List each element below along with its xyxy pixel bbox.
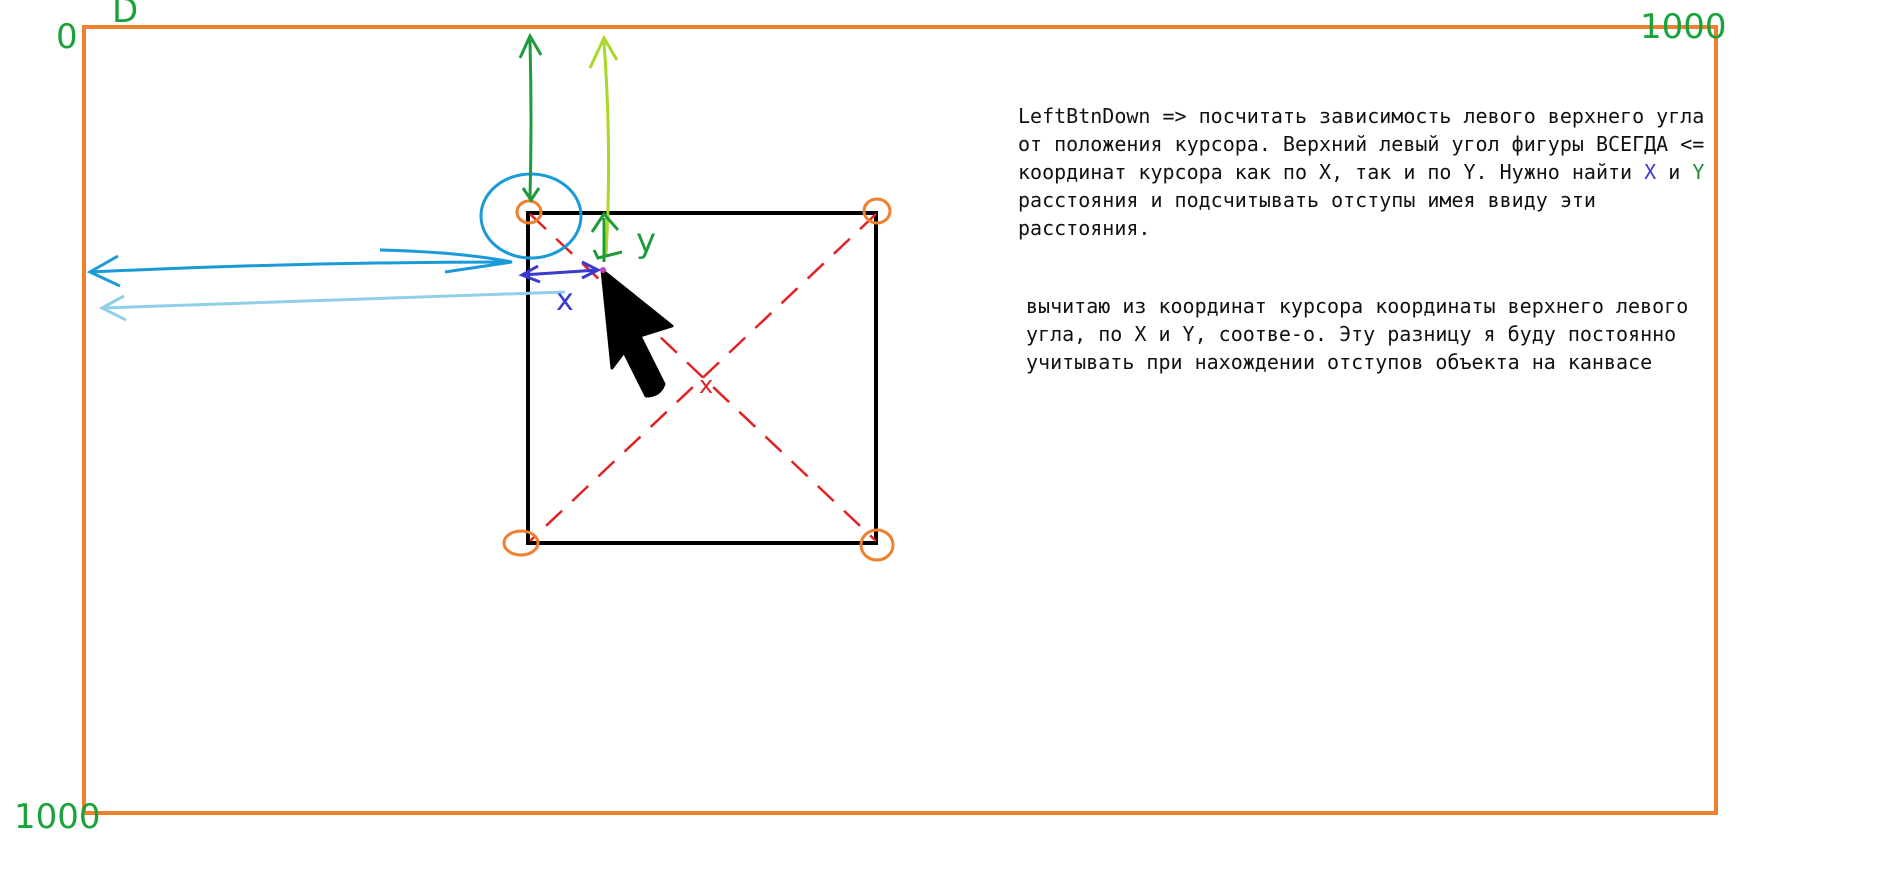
label-origin-top-small: D xyxy=(112,0,138,31)
note-1-conj: и xyxy=(1656,160,1693,184)
note-explanation: вычитаю из координат курсора координаты … xyxy=(1026,294,1701,374)
note-algorithm: LeftBtnDown => посчитать зависимость лев… xyxy=(1018,102,1738,242)
arrow-top-distance xyxy=(528,39,533,199)
note-1-x-letter: X xyxy=(1644,160,1657,184)
label-origin-top-left: 0 xyxy=(56,17,78,57)
label-max-bottom-left: 1000 xyxy=(14,797,101,837)
arrow-cursor-left xyxy=(101,290,566,310)
cursor-icon xyxy=(600,268,674,398)
diagram-canvas: 0 D 1000 1000 x x y LeftBtnDown => посчи… xyxy=(0,0,1899,873)
offset-y-bracket xyxy=(592,249,623,260)
offset-x-label: x xyxy=(556,283,574,318)
label-max-top-right: 1000 xyxy=(1640,7,1727,47)
center-mark: x xyxy=(699,371,713,399)
note-1-y-letter: Y xyxy=(1692,160,1705,184)
note-1-text-before: LeftBtnDown => посчитать зависимость лев… xyxy=(1018,104,1717,184)
cursor-hotspot xyxy=(600,267,606,273)
offset-y-label: y xyxy=(636,221,656,261)
